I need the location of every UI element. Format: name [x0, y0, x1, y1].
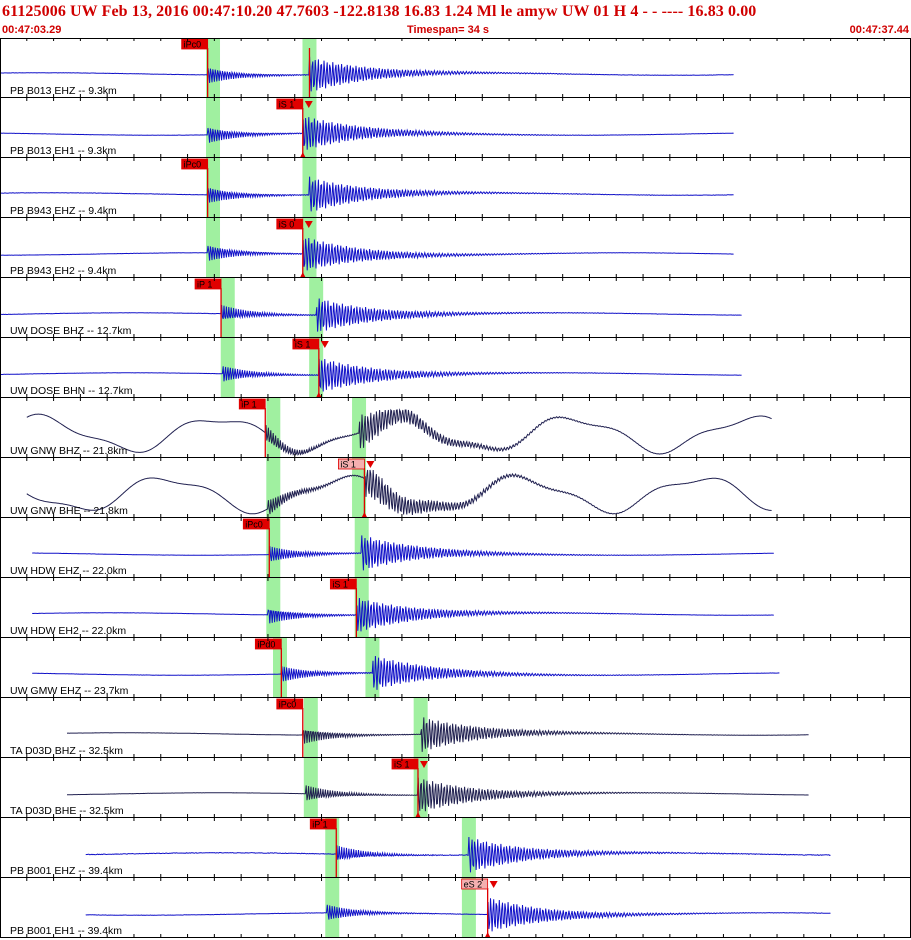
waveform-trace[interactable]: [85, 836, 831, 873]
pick-window-band: [303, 698, 318, 758]
pick-label: iP 1: [312, 820, 327, 830]
waveform-trace[interactable]: [26, 469, 772, 515]
pick-label: iPc0: [279, 700, 297, 710]
station-label: PB B943 EHZ -- 9.4km: [10, 205, 117, 217]
trace-panel[interactable]: iS 1 UW HDW EH2 -- 22.0km: [0, 578, 911, 638]
pick-label: iP 1: [197, 280, 212, 290]
trace-panel[interactable]: iPd0 UW GMW EHZ -- 23.7km: [0, 638, 911, 698]
pick-flag-icon[interactable]: [366, 461, 375, 468]
station-label: UW DOSE BHZ -- 12.7km: [10, 325, 132, 337]
pick-window-band: [220, 278, 235, 338]
pick-label: iPc0: [184, 160, 202, 170]
end-time-label: 00:47:37.44: [849, 24, 909, 36]
seismogram-panels[interactable]: iPc0 PB B013 EHZ -- 9.3km iS 1 PB B013 EH1 …: [0, 38, 911, 940]
timespan-label: Timespan= 34 s: [407, 24, 490, 36]
pick-window-band: [266, 458, 281, 518]
trace-panel[interactable]: iP 1 UW DOSE BHZ -- 12.7km: [0, 278, 911, 338]
station-label: UW GMW EHZ -- 23.7km: [10, 685, 129, 697]
trace-panel[interactable]: iS 1 UW DOSE BHN -- 12.7km: [0, 338, 911, 398]
station-label: PB B013 EH1 -- 9.3km: [10, 145, 116, 157]
event-header: 61125006 UW Feb 13, 2016 00:47:10.20 47.…: [2, 3, 757, 20]
station-label: UW GNW BHZ -- 21.8km: [10, 445, 128, 457]
pick-label: iS 0: [279, 220, 295, 230]
waveform-trace[interactable]: [85, 898, 831, 932]
pick-label: iS 1: [295, 340, 311, 350]
trace-panel[interactable]: iPc0 PB B943 EHZ -- 9.4km: [0, 158, 911, 218]
pick-label: eS 2: [464, 880, 483, 890]
trace-panel[interactable]: eS 2PB B001 EH1 -- 39.4km: [0, 878, 911, 938]
waveform-trace[interactable]: [32, 535, 774, 571]
trace-panel[interactable]: iS 1 PB B013 EH1 -- 9.3km: [0, 98, 911, 158]
pick-flag-icon[interactable]: [489, 881, 498, 888]
trace-panel[interactable]: iP 1PB B001 EHZ -- 39.4km: [0, 818, 911, 878]
trace-panel[interactable]: iPc0TA D03D BHZ -- 32.5km: [0, 698, 911, 758]
waveform-trace[interactable]: [32, 597, 774, 632]
trace-panel[interactable]: iPc0 PB B013 EHZ -- 9.3km: [0, 38, 911, 98]
seismogram-window: 61125006 UW Feb 13, 2016 00:47:10.20 47.…: [0, 0, 911, 940]
pick-window-band: [266, 578, 281, 638]
pick-label: iPc0: [184, 40, 202, 50]
pick-label: iP 1: [241, 400, 256, 410]
waveform-trace[interactable]: [32, 655, 780, 690]
trace-panel[interactable]: iS 1TA D03D BHE -- 32.5km: [0, 758, 911, 818]
trace-panel[interactable]: iS 0 PB B943 EH2 -- 9.4km: [0, 218, 911, 278]
trace-panel[interactable]: iS 1UW GNW BHE -- 21.8km: [0, 458, 911, 518]
station-label: UW HDW EH2 -- 22.0km: [10, 625, 126, 637]
pick-label: iS 1: [279, 100, 295, 110]
station-label: UW DOSE BHN -- 12.7km: [10, 385, 133, 397]
pick-label: iPd0: [257, 640, 275, 650]
waveform-trace[interactable]: [66, 717, 809, 752]
station-label: UW GNW BHE -- 21.8km: [10, 505, 128, 517]
pick-label: iS 1: [332, 580, 348, 590]
station-label: PB B013 EHZ -- 9.3km: [10, 85, 117, 97]
waveform-trace[interactable]: [66, 777, 809, 812]
waveform-trace[interactable]: [26, 408, 772, 456]
trace-panel[interactable]: iP 1 UW GNW BHZ -- 21.8km: [0, 398, 911, 458]
trace-panel[interactable]: iPc0 UW HDW EHZ -- 22.0km: [0, 518, 911, 578]
pick-label: iPc0: [245, 520, 263, 530]
station-label: UW HDW EHZ -- 22.0km: [10, 565, 127, 577]
station-label: PB B943 EH2 -- 9.4km: [10, 265, 116, 277]
start-time-label: 00:47:03.29: [2, 24, 62, 36]
